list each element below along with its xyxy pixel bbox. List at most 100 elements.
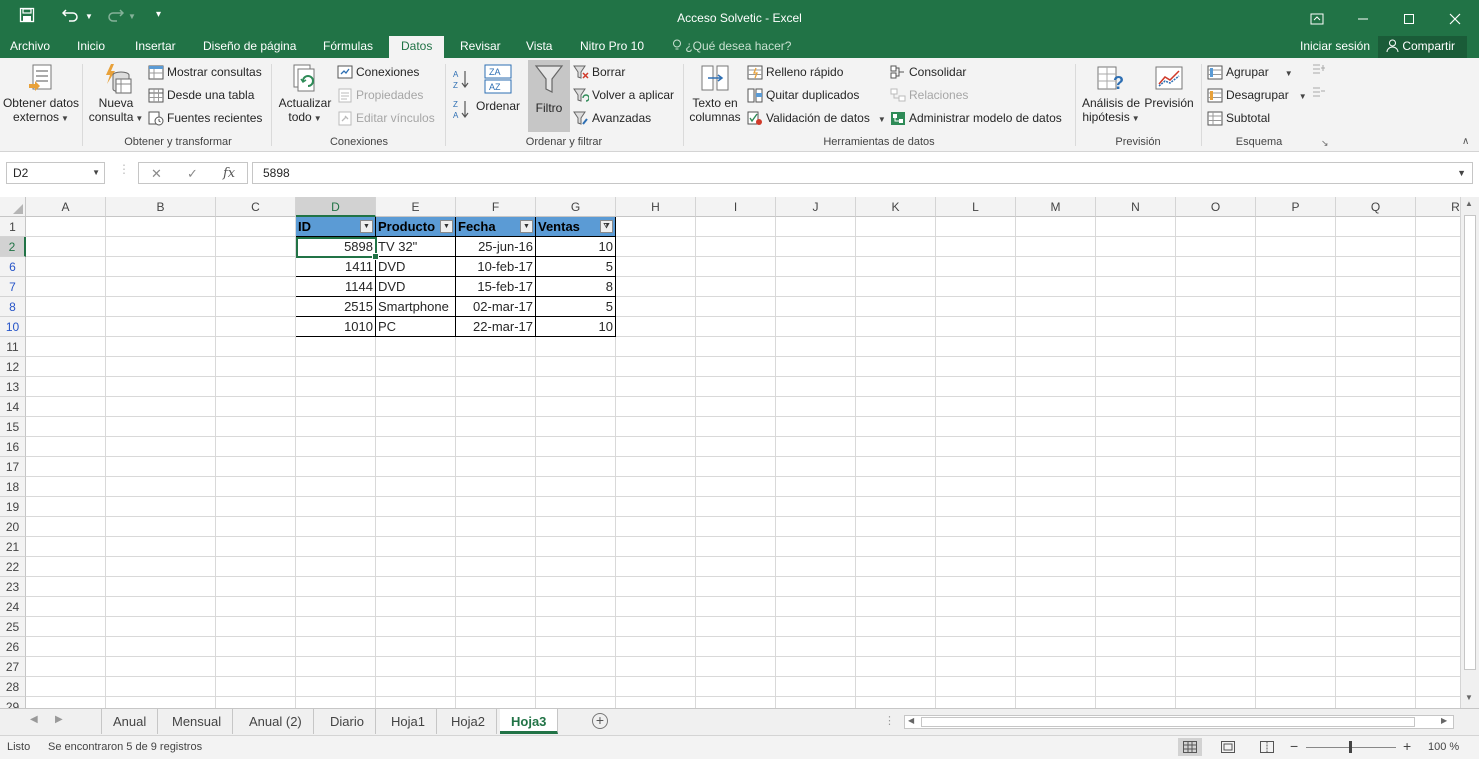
cell-g17[interactable]	[536, 457, 616, 477]
row-header-11[interactable]: 11	[0, 337, 26, 357]
table-header-cell[interactable]: ID ▼	[296, 217, 376, 237]
cell-k13[interactable]	[856, 377, 936, 397]
cell-b6[interactable]	[106, 257, 216, 277]
cell-p19[interactable]	[1256, 497, 1336, 517]
cell-l10[interactable]	[936, 317, 1016, 337]
cell-f29[interactable]	[456, 697, 536, 708]
cell-m22[interactable]	[1016, 557, 1096, 577]
insert-function-icon[interactable]: fx	[223, 166, 235, 181]
cell-r14[interactable]	[1416, 397, 1460, 417]
cell-k16[interactable]	[856, 437, 936, 457]
page-layout-view-button[interactable]	[1216, 738, 1240, 756]
cell-r12[interactable]	[1416, 357, 1460, 377]
close-icon[interactable]	[1432, 6, 1478, 30]
cell-b26[interactable]	[106, 637, 216, 657]
cell-r6[interactable]	[1416, 257, 1460, 277]
cell-r26[interactable]	[1416, 637, 1460, 657]
table-cell[interactable]: Smartphone	[376, 297, 456, 317]
cell-c19[interactable]	[216, 497, 296, 517]
cell-g12[interactable]	[536, 357, 616, 377]
recent-sources-button[interactable]: Fuentes recientes	[148, 108, 262, 128]
cell-b28[interactable]	[106, 677, 216, 697]
tab-diseno-pagina[interactable]: Diseño de página	[193, 36, 306, 58]
cell-c1[interactable]	[216, 217, 296, 237]
cell-d14[interactable]	[296, 397, 376, 417]
cell-a19[interactable]	[26, 497, 106, 517]
cell-g15[interactable]	[536, 417, 616, 437]
cell-o23[interactable]	[1176, 577, 1256, 597]
cell-h2[interactable]	[616, 237, 696, 257]
prev-sheet-icon[interactable]: ◀	[30, 714, 38, 725]
cell-f24[interactable]	[456, 597, 536, 617]
cell-o6[interactable]	[1176, 257, 1256, 277]
cell-e20[interactable]	[376, 517, 456, 537]
cell-j14[interactable]	[776, 397, 856, 417]
cell-q14[interactable]	[1336, 397, 1416, 417]
cell-q29[interactable]	[1336, 697, 1416, 708]
cell-n18[interactable]	[1096, 477, 1176, 497]
cell-k23[interactable]	[856, 577, 936, 597]
cell-i1[interactable]	[696, 217, 776, 237]
properties-button[interactable]: Propiedades	[337, 85, 423, 105]
cell-r22[interactable]	[1416, 557, 1460, 577]
cell-k27[interactable]	[856, 657, 936, 677]
table-header-cell[interactable]: Ventas ⧩	[536, 217, 616, 237]
cell-i15[interactable]	[696, 417, 776, 437]
cell-r29[interactable]	[1416, 697, 1460, 708]
cell-k26[interactable]	[856, 637, 936, 657]
cell-d26[interactable]	[296, 637, 376, 657]
data-validation-button[interactable]: Validación de datos ▼	[747, 108, 886, 128]
cell-b16[interactable]	[106, 437, 216, 457]
cell-f20[interactable]	[456, 517, 536, 537]
cell-e17[interactable]	[376, 457, 456, 477]
cell-a20[interactable]	[26, 517, 106, 537]
cell-j11[interactable]	[776, 337, 856, 357]
filter-applied-icon[interactable]: ⧩	[600, 220, 613, 233]
cell-g13[interactable]	[536, 377, 616, 397]
cell-d27[interactable]	[296, 657, 376, 677]
cell-o13[interactable]	[1176, 377, 1256, 397]
cell-g24[interactable]	[536, 597, 616, 617]
cell-q7[interactable]	[1336, 277, 1416, 297]
cell-c26[interactable]	[216, 637, 296, 657]
column-header-m[interactable]: M	[1016, 197, 1096, 217]
row-header-19[interactable]: 19	[0, 497, 26, 517]
cell-l11[interactable]	[936, 337, 1016, 357]
cell-n25[interactable]	[1096, 617, 1176, 637]
show-detail-icon[interactable]	[1312, 63, 1326, 80]
filter-dropdown-icon[interactable]: ▼	[360, 220, 373, 233]
cell-b1[interactable]	[106, 217, 216, 237]
row-header-21[interactable]: 21	[0, 537, 26, 557]
cell-k8[interactable]	[856, 297, 936, 317]
table-cell[interactable]: TV 32"	[376, 237, 456, 257]
cell-c29[interactable]	[216, 697, 296, 708]
cell-q17[interactable]	[1336, 457, 1416, 477]
cell-c23[interactable]	[216, 577, 296, 597]
cell-k18[interactable]	[856, 477, 936, 497]
cell-k29[interactable]	[856, 697, 936, 708]
cell-m12[interactable]	[1016, 357, 1096, 377]
ungroup-button[interactable]: Desagrupar ▼	[1207, 85, 1307, 105]
cell-a8[interactable]	[26, 297, 106, 317]
row-header-27[interactable]: 27	[0, 657, 26, 677]
cell-c7[interactable]	[216, 277, 296, 297]
cell-l13[interactable]	[936, 377, 1016, 397]
cell-i6[interactable]	[696, 257, 776, 277]
tab-split-handle-icon[interactable]: ⋮	[884, 714, 895, 727]
cell-l1[interactable]	[936, 217, 1016, 237]
from-table-button[interactable]: Desde una tabla	[148, 85, 254, 105]
cell-r18[interactable]	[1416, 477, 1460, 497]
maximize-icon[interactable]	[1386, 6, 1432, 30]
cell-j17[interactable]	[776, 457, 856, 477]
cell-n20[interactable]	[1096, 517, 1176, 537]
cell-l29[interactable]	[936, 697, 1016, 708]
cell-f11[interactable]	[456, 337, 536, 357]
zoom-out-icon[interactable]: −	[1290, 738, 1298, 754]
cell-o8[interactable]	[1176, 297, 1256, 317]
cell-m14[interactable]	[1016, 397, 1096, 417]
text-to-columns-button[interactable]: Texto en columnas	[686, 62, 744, 124]
sort-a-z-button[interactable]: AZ	[452, 68, 470, 92]
cell-p10[interactable]	[1256, 317, 1336, 337]
cell-n28[interactable]	[1096, 677, 1176, 697]
cell-j21[interactable]	[776, 537, 856, 557]
